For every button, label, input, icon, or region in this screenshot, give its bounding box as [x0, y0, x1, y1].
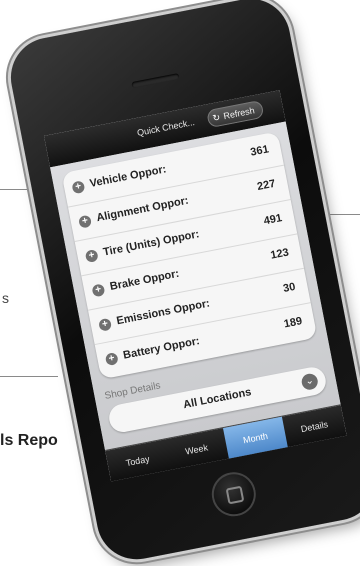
list-item-value: 123 — [269, 246, 290, 262]
speaker-grille — [131, 73, 180, 89]
plus-icon: + — [78, 214, 93, 229]
home-button[interactable] — [208, 468, 260, 521]
list-item-label: Alignment Oppor: — [95, 194, 190, 225]
list-item-value: 189 — [282, 315, 304, 331]
plus-icon: + — [84, 248, 99, 264]
plus-icon: + — [104, 352, 119, 367]
plus-icon: + — [91, 283, 106, 298]
list-item-label: Tire (Units) Oppor: — [102, 228, 201, 259]
plus-icon: + — [98, 317, 113, 332]
phone-device: Quick Check... ↻ Refresh + Vehicle Oppor… — [0, 0, 360, 566]
list-item-value: 227 — [256, 177, 277, 194]
list-item-value: 491 — [262, 212, 284, 228]
refresh-label: Refresh — [222, 105, 256, 122]
app-title: Quick Check... — [136, 117, 196, 138]
app-content: + Vehicle Oppor: 361 + Alignment Oppor: … — [50, 121, 341, 451]
list-item-label: Emissions Oppor: — [115, 297, 211, 328]
refresh-button[interactable]: ↻ Refresh — [206, 99, 265, 129]
list-item-label: Brake Oppor: — [108, 267, 181, 293]
list-item-value: 361 — [249, 143, 270, 159]
list-item-value: 30 — [282, 280, 297, 295]
refresh-icon: ↻ — [211, 112, 222, 124]
app-screen: Quick Check... ↻ Refresh + Vehicle Oppor… — [43, 90, 347, 482]
list-item-label: Vehicle Oppor: — [88, 163, 168, 190]
plus-icon: + — [71, 180, 86, 195]
home-square-icon — [225, 485, 245, 505]
opportunity-list: + Vehicle Oppor: 361 + Alignment Oppor: … — [61, 131, 318, 380]
list-item-label: Battery Oppor: — [122, 335, 201, 362]
phone-body: Quick Check... ↻ Refresh + Vehicle Oppor… — [4, 0, 360, 566]
